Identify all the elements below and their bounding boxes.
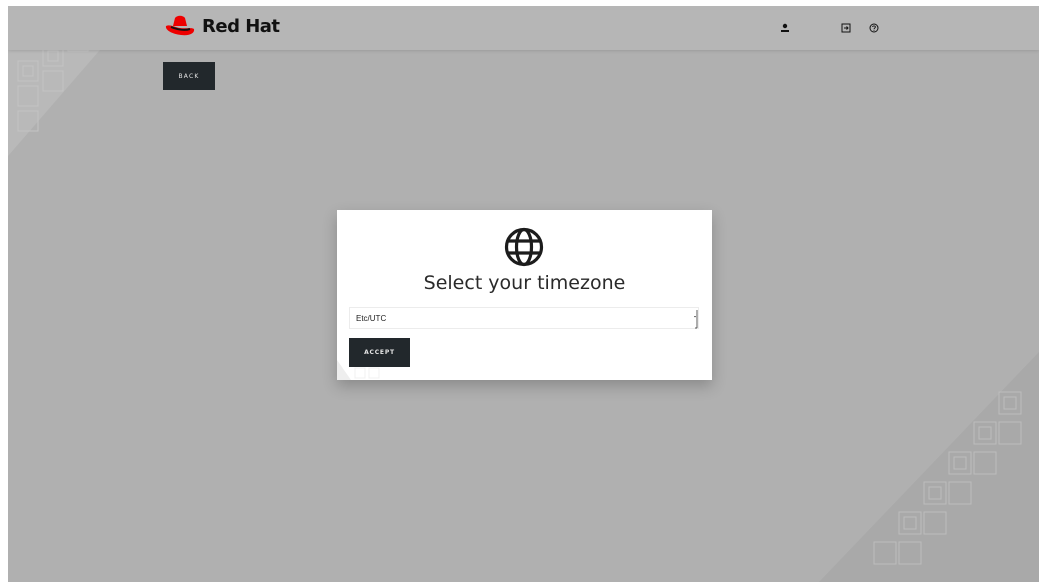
background-pattern-bottom-right <box>819 352 1039 582</box>
brand-name: Red Hat <box>202 15 280 37</box>
top-header: Red Hat <box>8 6 1039 50</box>
dialog-title: Select your timezone <box>423 272 626 294</box>
red-hat-logo[interactable]: Red Hat <box>164 14 280 38</box>
logout-icon[interactable] <box>839 21 853 35</box>
timezone-select[interactable]: Etc/UTC <box>349 307 699 329</box>
help-icon[interactable] <box>867 21 881 35</box>
red-hat-fedora-icon <box>165 15 195 36</box>
globe-icon <box>504 227 544 267</box>
timezone-dialog: Select your timezone Etc/UTC ACCEPT <box>337 210 712 380</box>
timezone-selected-value: Etc/UTC <box>356 313 387 323</box>
dropdown-caret-icon <box>694 310 698 329</box>
accept-button[interactable]: ACCEPT <box>349 338 410 367</box>
user-icon[interactable] <box>778 21 792 35</box>
back-button[interactable]: BACK <box>163 62 215 90</box>
page-frame: Red Hat BACK Select your timezone Etc/UT… <box>8 6 1039 582</box>
